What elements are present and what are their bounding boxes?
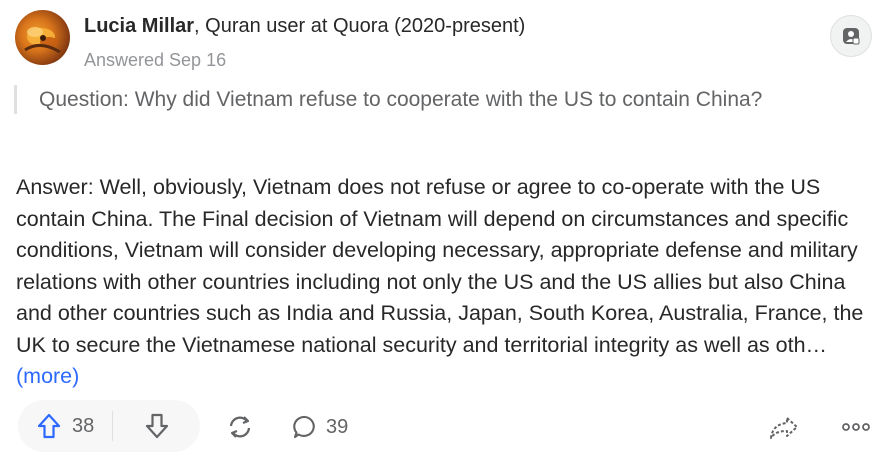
- upvote-count: 38: [72, 414, 95, 437]
- more-link[interactable]: (more): [16, 364, 79, 388]
- question-quote[interactable]: Question: Why did Vietnam refuse to coop…: [14, 85, 834, 114]
- vote-controls: 38: [18, 400, 200, 452]
- author-avatar[interactable]: [15, 10, 70, 65]
- arrow-up-icon: [36, 412, 62, 440]
- author-name[interactable]: Lucia Millar: [84, 15, 194, 37]
- upvote-button[interactable]: 38: [18, 400, 94, 452]
- answer-text: Answer: Well, obviously, Vietnam does no…: [16, 175, 864, 357]
- forward-icon: [768, 414, 800, 440]
- share-button[interactable]: [764, 410, 804, 444]
- author-credential[interactable]: , Quran user at Quora (2020-present): [194, 15, 525, 37]
- author-line: Lucia Millar, Quran user at Quora (2020-…: [84, 14, 525, 38]
- more-options-button[interactable]: [836, 410, 876, 444]
- user-badge-icon: [841, 26, 861, 46]
- comment-icon: [292, 414, 318, 440]
- comment-button[interactable]: 39: [292, 410, 348, 444]
- reshare-icon: [226, 414, 254, 440]
- profile-button[interactable]: [830, 15, 872, 57]
- downvote-button[interactable]: [113, 400, 200, 452]
- answered-date[interactable]: Answered Sep 16: [84, 49, 226, 71]
- more-icon: [841, 421, 871, 433]
- answer-body[interactable]: Answer: Well, obviously, Vietnam does no…: [16, 172, 878, 393]
- arrow-down-icon: [144, 412, 170, 440]
- comment-count: 39: [326, 415, 349, 438]
- reshare-button[interactable]: [222, 410, 258, 444]
